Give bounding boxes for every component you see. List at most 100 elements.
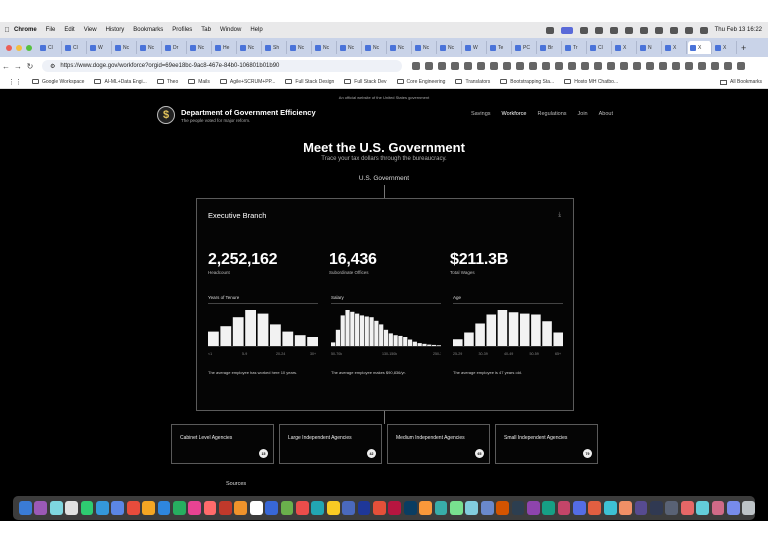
dock-app-icon[interactable] xyxy=(465,501,479,515)
histogram-bar[interactable] xyxy=(220,326,232,346)
extension-icon[interactable] xyxy=(724,62,732,70)
dock-app-icon[interactable] xyxy=(80,501,94,515)
dock-app-icon[interactable] xyxy=(111,501,125,515)
status-app-icon[interactable] xyxy=(579,26,588,34)
browser-tab[interactable]: Cl xyxy=(588,41,612,54)
dock-app-icon[interactable] xyxy=(526,501,540,515)
dock-app-icon[interactable] xyxy=(357,501,371,515)
dock-app-icon[interactable] xyxy=(496,501,509,515)
minimize-window-button[interactable] xyxy=(16,44,22,51)
dock-app-icon[interactable] xyxy=(188,501,202,515)
dock-app-icon[interactable] xyxy=(296,501,309,515)
browser-tab[interactable]: Nc xyxy=(363,41,387,54)
menu-file[interactable]: File xyxy=(46,27,56,33)
volume-icon[interactable] xyxy=(624,26,633,34)
dock-app-icon[interactable] xyxy=(265,501,279,515)
nav-regulations[interactable]: Regulations xyxy=(537,111,566,117)
address-bar[interactable]: ⚙ https://www.doge.gov/workforce?orgid=6… xyxy=(42,60,402,72)
menu-tab[interactable]: Tab xyxy=(201,27,211,33)
browser-tab[interactable]: Sh xyxy=(263,41,287,54)
dock-app-icon[interactable] xyxy=(588,501,602,515)
back-icon[interactable]: ← xyxy=(0,62,12,71)
close-window-button[interactable] xyxy=(6,44,12,51)
menu-bookmarks[interactable]: Bookmarks xyxy=(133,27,163,33)
menu-profiles[interactable]: Profiles xyxy=(172,27,192,33)
extension-icon[interactable] xyxy=(646,62,654,70)
histogram-bar[interactable] xyxy=(245,310,256,346)
dock-app-icon[interactable] xyxy=(372,501,386,515)
extension-icon[interactable] xyxy=(659,62,667,70)
dock-app-icon[interactable] xyxy=(326,501,340,515)
histogram-bar[interactable] xyxy=(412,341,417,346)
histogram-bar[interactable] xyxy=(403,337,408,346)
histogram-bar[interactable] xyxy=(431,344,437,346)
histogram-bar[interactable] xyxy=(531,314,541,347)
dock-app-icon[interactable] xyxy=(311,501,325,515)
extension-icon[interactable] xyxy=(529,62,537,70)
browser-tab[interactable]: Dr xyxy=(163,41,187,54)
browser-tab[interactable]: X xyxy=(713,41,737,54)
dock-app-icon[interactable] xyxy=(403,501,417,515)
browser-tab[interactable]: PC xyxy=(513,41,537,54)
histogram-bar[interactable] xyxy=(282,331,294,346)
bookmark-folder[interactable]: Theo xyxy=(156,79,178,85)
nav-workforce[interactable]: Workforce xyxy=(502,111,527,117)
dock-app-icon[interactable] xyxy=(34,501,48,515)
browser-tab[interactable]: Nc xyxy=(438,41,462,54)
histogram-bar[interactable] xyxy=(508,312,519,346)
bluetooth-icon[interactable] xyxy=(639,26,648,34)
browser-tab[interactable]: Nc xyxy=(288,41,312,54)
tree-root-label[interactable]: U.S. Government xyxy=(0,175,768,182)
histogram-bar[interactable] xyxy=(417,343,422,346)
histogram-bar[interactable] xyxy=(383,329,389,346)
dock-app-icon[interactable] xyxy=(619,501,633,515)
extension-icon[interactable] xyxy=(490,62,498,70)
all-bookmarks[interactable]: All Bookmarks xyxy=(720,79,762,85)
dock-app-icon[interactable] xyxy=(511,501,525,515)
dock-app-icon[interactable] xyxy=(157,501,171,515)
dock-app-icon[interactable] xyxy=(726,501,740,515)
browser-tab[interactable]: Nc xyxy=(113,41,137,54)
dock-app-icon[interactable] xyxy=(603,501,617,515)
dock-app-icon[interactable] xyxy=(434,501,448,515)
dock-app-icon[interactable] xyxy=(480,501,494,515)
browser-tab[interactable]: X xyxy=(663,41,687,54)
agency-card-small[interactable]: Small Independent Agencies 79 xyxy=(495,424,598,464)
histogram-bar[interactable] xyxy=(475,323,485,347)
browser-tab[interactable]: Br xyxy=(538,41,562,54)
dock-app-icon[interactable] xyxy=(126,501,140,515)
histogram-bar[interactable] xyxy=(464,332,474,347)
dock-app-icon[interactable] xyxy=(49,501,63,515)
dock-app-icon[interactable] xyxy=(234,501,248,515)
dock-app-icon[interactable] xyxy=(219,501,232,515)
screen-share-icon[interactable] xyxy=(560,26,573,34)
browser-tab[interactable]: Cl xyxy=(63,41,87,54)
nav-savings[interactable]: Savings xyxy=(471,111,491,117)
histogram-bar[interactable] xyxy=(427,344,432,346)
bookmark-folder[interactable]: Full Stack Dev xyxy=(344,79,387,85)
status-app-icon[interactable] xyxy=(545,26,554,34)
nav-about[interactable]: About xyxy=(599,111,613,117)
extension-icon[interactable] xyxy=(685,62,693,70)
extension-icon[interactable] xyxy=(620,62,628,70)
agency-card-medium[interactable]: Medium Independent Agencies 65 xyxy=(387,424,490,464)
dock-app-icon[interactable] xyxy=(634,501,648,515)
status-app-icon[interactable] xyxy=(609,26,618,34)
histogram-bar[interactable] xyxy=(294,335,306,346)
bookmark-folder[interactable]: Hosto MH Chatbo... xyxy=(564,79,618,85)
histogram-bar[interactable] xyxy=(355,313,360,346)
browser-tab[interactable]: Te xyxy=(488,41,512,54)
histogram-bar[interactable] xyxy=(422,343,427,346)
dock-app-icon[interactable] xyxy=(203,501,217,515)
extension-icon[interactable] xyxy=(438,62,446,70)
reload-icon[interactable]: ↻ xyxy=(24,62,36,71)
bookmark-folder[interactable]: Bootstrapping Sta... xyxy=(500,79,554,85)
histogram-bar[interactable] xyxy=(542,321,552,346)
extension-icon[interactable] xyxy=(672,62,680,70)
histogram-bar[interactable] xyxy=(270,324,281,346)
histogram-bar[interactable] xyxy=(497,310,508,346)
battery-icon[interactable] xyxy=(654,26,663,34)
dock-app-icon[interactable] xyxy=(650,501,663,515)
dock-app-icon[interactable] xyxy=(665,501,679,515)
dock-app-icon[interactable] xyxy=(696,501,709,515)
